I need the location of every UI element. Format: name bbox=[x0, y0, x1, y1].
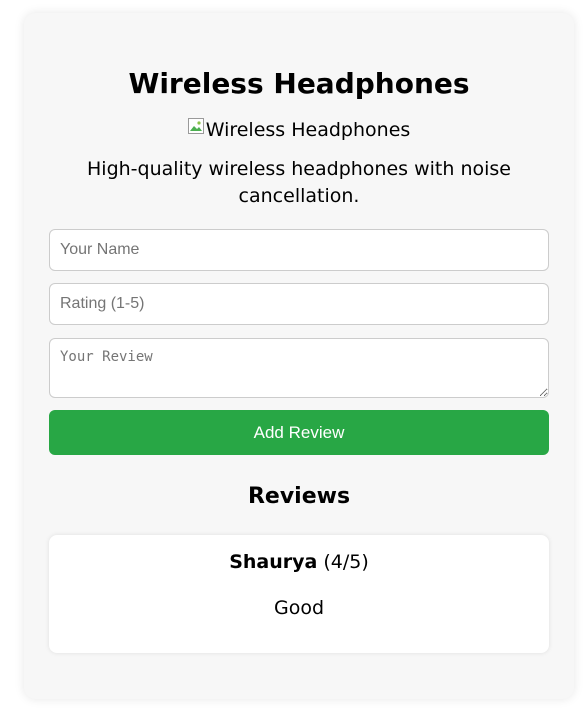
reviews-heading: Reviews bbox=[247, 484, 351, 509]
review-author: Shaurya bbox=[229, 551, 318, 573]
review-rating: (4/5) bbox=[323, 551, 369, 573]
review-header: Shaurya (4/5) bbox=[49, 549, 549, 575]
add-review-button[interactable]: Add Review bbox=[49, 410, 549, 455]
name-input[interactable] bbox=[49, 229, 549, 271]
review-item: Shaurya (4/5) Good bbox=[49, 535, 549, 653]
review-text: Good bbox=[273, 597, 325, 619]
product-description: High-quality wireless headphones with no… bbox=[87, 158, 511, 207]
broken-image-icon bbox=[187, 118, 204, 134]
rating-input[interactable] bbox=[49, 283, 549, 325]
product-image: Wireless Headphones bbox=[49, 116, 549, 144]
product-title: Wireless Headphones bbox=[128, 67, 470, 100]
review-textarea[interactable] bbox=[49, 338, 549, 398]
product-card: Wireless Headphones Wireless Headphones … bbox=[24, 13, 574, 699]
product-image-alt-text: Wireless Headphones bbox=[205, 119, 411, 141]
